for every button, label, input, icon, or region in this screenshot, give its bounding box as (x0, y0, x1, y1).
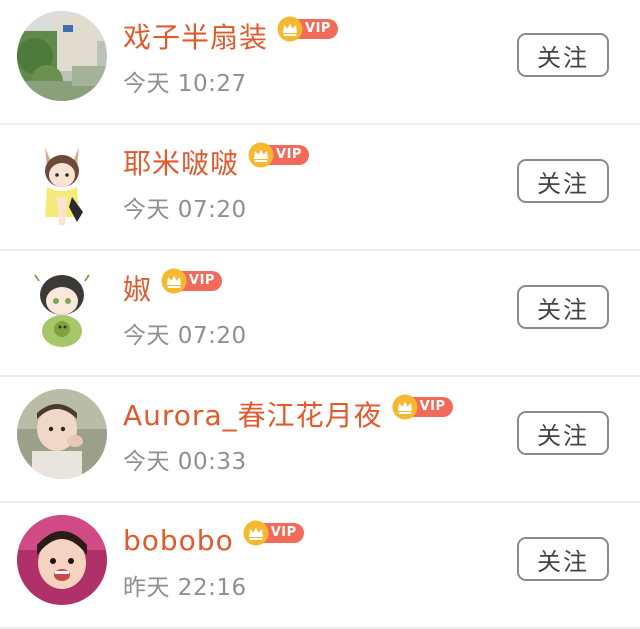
follow-time: 昨天 22:16 (123, 575, 247, 601)
divider (0, 249, 640, 251)
name-line: 耶米啵啵 VIP (123, 140, 309, 184)
crown-icon (243, 520, 269, 546)
avatar[interactable] (17, 389, 107, 479)
avatar[interactable] (17, 515, 107, 605)
name-line: Aurora_春江花月夜 VIP (123, 392, 453, 436)
divider (0, 501, 640, 503)
user-name[interactable]: 耶米啵啵 (123, 142, 239, 182)
follow-button[interactable]: 关注 (517, 537, 609, 581)
user-name[interactable]: 戏子半扇装 (123, 16, 268, 56)
follower-list: 戏子半扇装 VIP 今天 10:27 关注 耶米啵啵 VIP 今天 07:20 … (0, 0, 640, 629)
follow-button[interactable]: 关注 (517, 411, 609, 455)
crown-icon (161, 268, 187, 294)
list-item[interactable]: 婌 VIP 今天 07:20 关注 (0, 252, 640, 377)
vip-badge: VIP (277, 16, 338, 42)
user-name[interactable]: Aurora_春江花月夜 (123, 394, 383, 434)
avatar[interactable] (17, 137, 107, 227)
follow-time: 今天 07:20 (123, 323, 247, 349)
divider (0, 375, 640, 377)
crown-icon (392, 394, 418, 420)
name-line: 婌 VIP (123, 266, 222, 310)
vip-badge: VIP (243, 520, 304, 546)
list-item[interactable]: bobobo VIP 昨天 22:16 关注 (0, 504, 640, 629)
follow-time: 今天 10:27 (123, 71, 247, 97)
vip-badge: VIP (392, 394, 453, 420)
name-line: 戏子半扇装 VIP (123, 14, 338, 58)
avatar[interactable] (17, 11, 107, 101)
name-line: bobobo VIP (123, 518, 304, 562)
follow-button[interactable]: 关注 (517, 33, 609, 77)
crown-icon (248, 142, 274, 168)
follow-time: 今天 00:33 (123, 449, 247, 475)
list-item[interactable]: 戏子半扇装 VIP 今天 10:27 关注 (0, 0, 640, 125)
crown-icon (277, 16, 303, 42)
user-name[interactable]: 婌 (123, 268, 152, 308)
follow-button[interactable]: 关注 (517, 159, 609, 203)
list-item[interactable]: Aurora_春江花月夜 VIP 今天 00:33 关注 (0, 378, 640, 503)
vip-badge: VIP (161, 268, 222, 294)
follow-time: 今天 07:20 (123, 197, 247, 223)
user-name[interactable]: bobobo (123, 524, 234, 557)
vip-badge: VIP (248, 142, 309, 168)
divider (0, 123, 640, 125)
avatar[interactable] (17, 263, 107, 353)
follow-button[interactable]: 关注 (517, 285, 609, 329)
list-item[interactable]: 耶米啵啵 VIP 今天 07:20 关注 (0, 126, 640, 251)
